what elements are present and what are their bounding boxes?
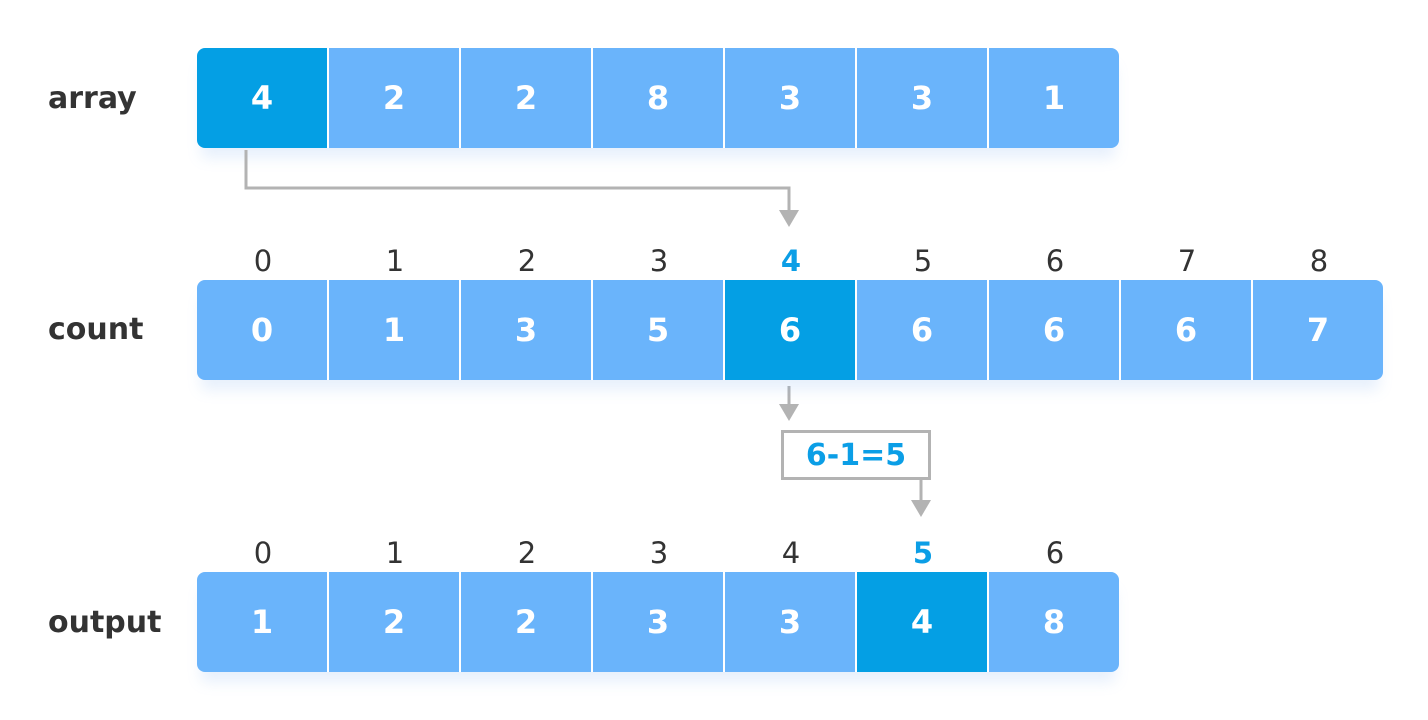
count-cell: 0: [197, 280, 329, 380]
count-index-label: 6: [1045, 244, 1065, 278]
count-index-label: 7: [1177, 244, 1197, 278]
count-index-label: 4: [780, 244, 802, 278]
output-index-label: 6: [1045, 536, 1065, 570]
output-cell: 3: [725, 572, 857, 672]
count-index-label: 3: [649, 244, 669, 278]
count-cell: 1: [329, 280, 461, 380]
count-index-row: 0 1 2 3 4 5 6 7 8: [197, 247, 1385, 276]
output-cell: 1: [197, 572, 329, 672]
count-cell: 6: [1121, 280, 1253, 380]
count-index-label: 8: [1309, 244, 1329, 278]
output-index-label: 3: [649, 536, 669, 570]
calculation-box: 6-1=5: [781, 430, 931, 480]
arrowhead-icon: [779, 210, 799, 227]
arrowhead-icon: [779, 404, 799, 421]
output-index-label: 5: [912, 536, 934, 570]
output-cell: 8: [989, 572, 1119, 672]
count-cell: 6: [725, 280, 857, 380]
output-index-label: 1: [385, 536, 405, 570]
output-index-label: 0: [253, 536, 273, 570]
output-label: output: [48, 605, 162, 640]
count-label: count: [48, 312, 144, 347]
output-index-label: 4: [781, 536, 801, 570]
output-index-label: 2: [517, 536, 537, 570]
count-index-label: 5: [913, 244, 933, 278]
arrowhead-icon: [911, 500, 931, 517]
count-cell: 3: [461, 280, 593, 380]
output-cell: 3: [593, 572, 725, 672]
output-cell: 4: [857, 572, 989, 672]
output-index-row: 0 1 2 3 4 5 6: [197, 539, 1121, 568]
count-index-label: 0: [253, 244, 273, 278]
count-index-label: 2: [517, 244, 537, 278]
count-cell: 7: [1253, 280, 1383, 380]
output-strip: 1223348: [197, 572, 1119, 672]
count-index-label: 1: [385, 244, 405, 278]
count-cell: 6: [989, 280, 1121, 380]
arrow-array-to-count: [244, 150, 791, 212]
count-cell: 6: [857, 280, 989, 380]
output-cell: 2: [329, 572, 461, 672]
count-strip: 013566667: [197, 280, 1383, 380]
count-cell: 5: [593, 280, 725, 380]
output-cell: 2: [461, 572, 593, 672]
